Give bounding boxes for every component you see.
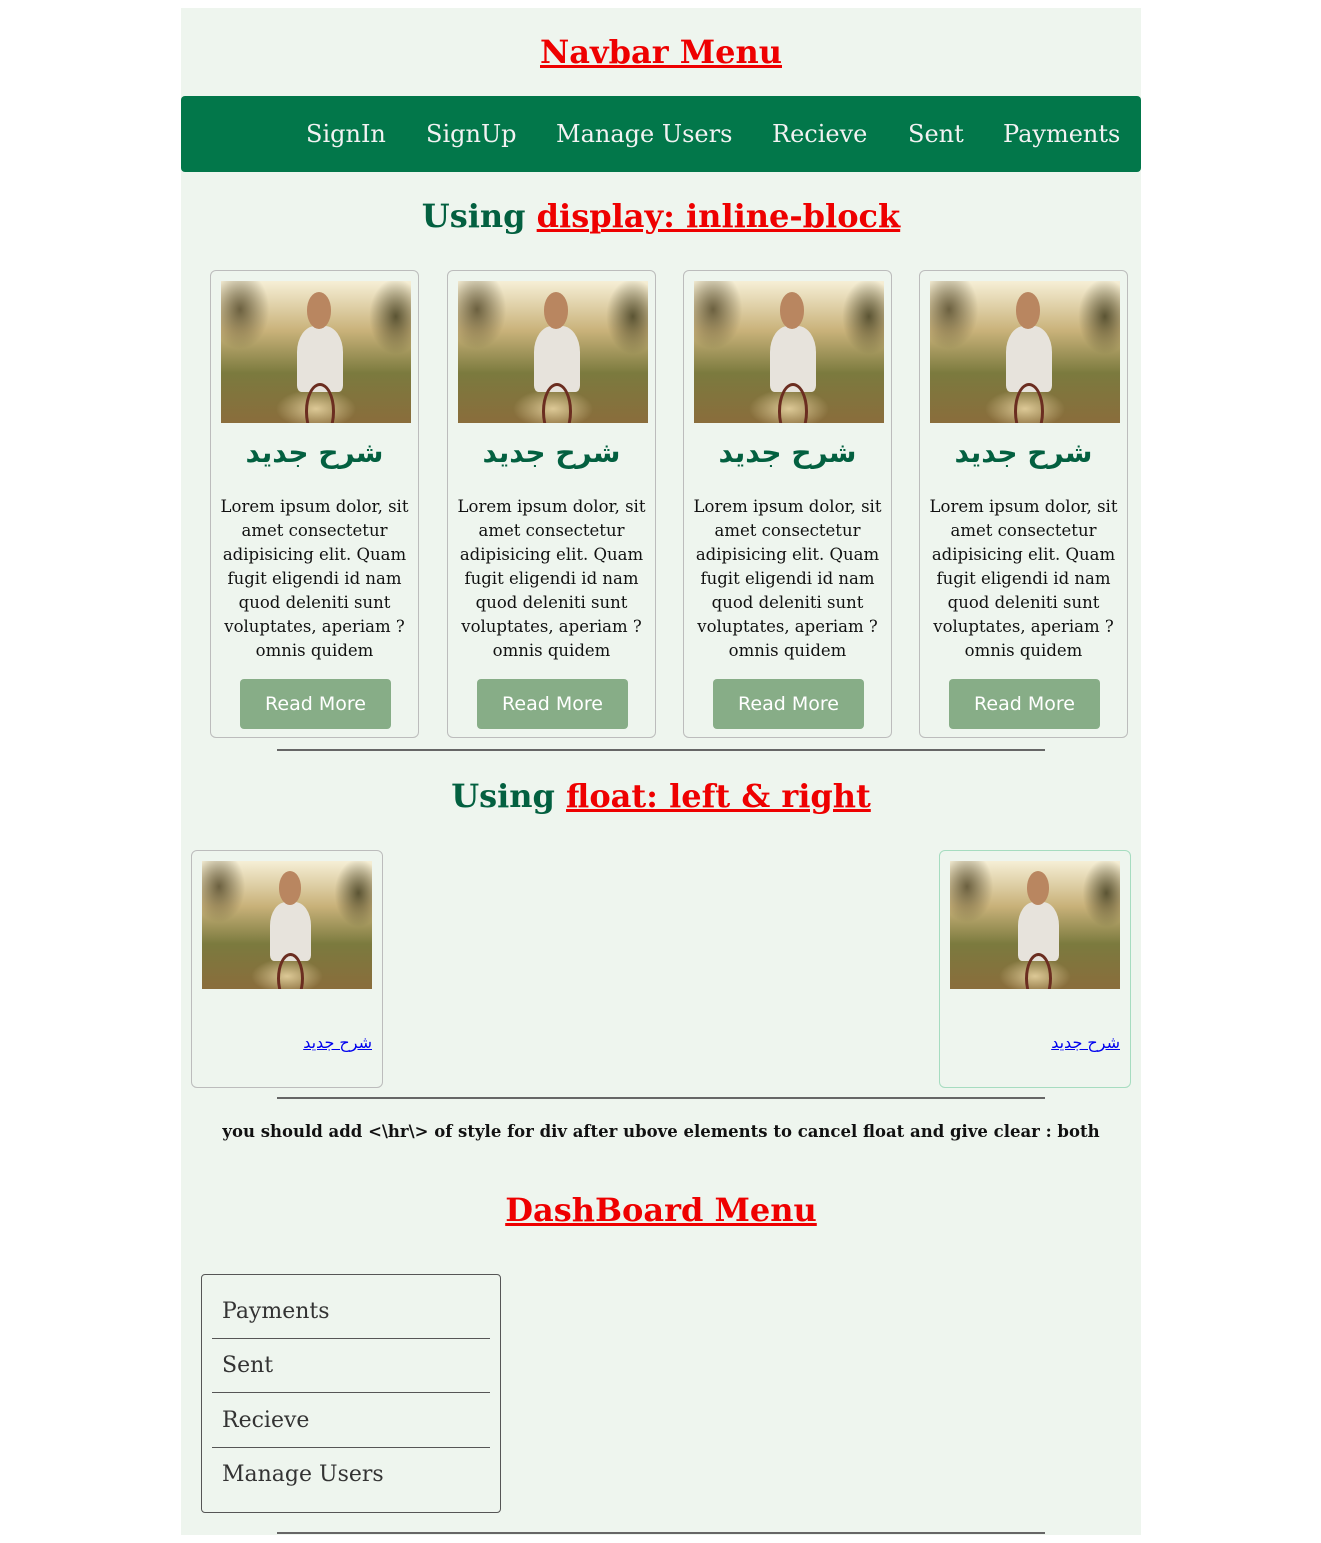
float-card-link[interactable]: شرح جديد xyxy=(1051,1033,1120,1052)
card-photo xyxy=(930,281,1120,423)
dashboard-menu-link[interactable]: DashBoard Menu xyxy=(505,1191,817,1229)
clear-float-note: you should add <\hr\> of style for div a… xyxy=(222,1122,1100,1141)
card: شرح جديد Lorem ipsum dolor, sit amet con… xyxy=(210,270,419,738)
read-more-button[interactable]: Read More xyxy=(713,679,864,729)
card-title: شرح جديد xyxy=(954,436,1093,469)
card-photo xyxy=(221,281,411,423)
nav-item-signup[interactable]: SignUp xyxy=(426,96,517,172)
dashboard-item-sent[interactable]: Sent xyxy=(212,1339,490,1393)
nav-item-manage-users[interactable]: Manage Users xyxy=(556,96,732,172)
read-more-button[interactable]: Read More xyxy=(240,679,391,729)
inline-block-link[interactable]: display: inline-block xyxy=(537,197,901,235)
float-card-link[interactable]: شرح جديد xyxy=(303,1033,372,1052)
divider xyxy=(277,749,1045,751)
nav-item-payments[interactable]: Payments xyxy=(1003,96,1120,172)
nav-item-recieve[interactable]: Recieve xyxy=(772,96,867,172)
float-section-title: Using float: left & right xyxy=(181,776,1141,816)
card-title: شرح جديد xyxy=(718,436,857,469)
card-text: Lorem ipsum dolor, sit amet consectetur … xyxy=(220,497,409,660)
nav-item-sent[interactable]: Sent xyxy=(908,96,964,172)
page-container: Navbar Menu SignIn SignUp Manage Users R… xyxy=(181,8,1141,1535)
card: شرح جديد Lorem ipsum dolor, sit amet con… xyxy=(919,270,1128,738)
navbar-section-title: Navbar Menu xyxy=(181,32,1141,72)
read-more-button[interactable]: Read More xyxy=(477,679,628,729)
card-photo xyxy=(694,281,884,423)
inline-section-prefix: Using xyxy=(421,197,526,235)
dashboard-item-payments[interactable]: Payments xyxy=(212,1285,490,1339)
card-title: شرح جديد xyxy=(482,436,621,469)
card-photo xyxy=(202,861,372,989)
card-title: شرح جديد xyxy=(245,436,384,469)
divider xyxy=(277,1532,1045,1534)
read-more-button[interactable]: Read More xyxy=(949,679,1100,729)
nav-item-signin[interactable]: SignIn xyxy=(306,96,386,172)
card-text: Lorem ipsum dolor, sit amet consectetur … xyxy=(929,497,1118,660)
float-link[interactable]: float: left & right xyxy=(566,777,871,815)
card-photo xyxy=(458,281,648,423)
float-section-prefix: Using xyxy=(451,777,555,815)
inline-section-title: Using display: inline-block xyxy=(181,196,1141,236)
navbar: SignIn SignUp Manage Users Recieve Sent … xyxy=(181,96,1141,172)
dashboard-section-title: DashBoard Menu xyxy=(181,1190,1141,1230)
float-left-card: شرح جديد xyxy=(191,850,383,1088)
card: شرح جديد Lorem ipsum dolor, sit amet con… xyxy=(447,270,656,738)
navbar-menu-link[interactable]: Navbar Menu xyxy=(540,33,782,71)
dashboard-menu: Payments Sent Recieve Manage Users xyxy=(201,1274,501,1513)
card-text: Lorem ipsum dolor, sit amet consectetur … xyxy=(693,497,882,660)
card: شرح جديد Lorem ipsum dolor, sit amet con… xyxy=(683,270,892,738)
card-text: Lorem ipsum dolor, sit amet consectetur … xyxy=(457,497,646,660)
float-right-card: شرح جديد xyxy=(939,850,1131,1088)
dashboard-item-manage-users[interactable]: Manage Users xyxy=(212,1448,490,1502)
card-photo xyxy=(950,861,1120,989)
divider xyxy=(277,1097,1045,1099)
dashboard-item-recieve[interactable]: Recieve xyxy=(212,1394,490,1448)
